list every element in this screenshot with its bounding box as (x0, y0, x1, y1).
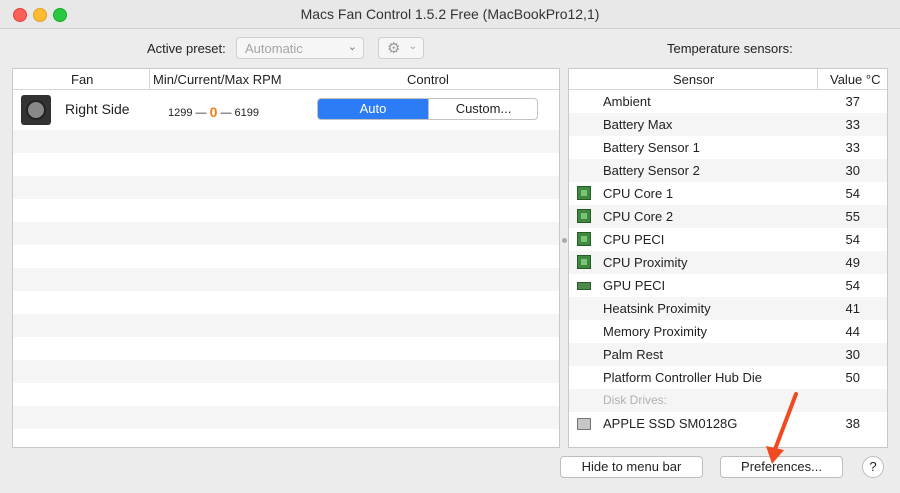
fan-name: Right Side (65, 101, 130, 117)
gear-icon: ⚙ (387, 40, 401, 57)
sensor-value: 30 (845, 163, 860, 178)
column-header-control[interactable]: Control (407, 72, 449, 87)
rpm-max: 6199 (234, 107, 260, 119)
sensor-name: Battery Max (603, 117, 673, 132)
sensor-row[interactable]: Heatsink Proximity 41 (569, 297, 887, 320)
sensor-row[interactable]: Battery Sensor 2 30 (569, 159, 887, 182)
sensor-name: CPU Core 1 (603, 186, 674, 201)
sensor-row[interactable]: Ambient 37 (569, 90, 887, 113)
sensor-table-header: Sensor Value °C (569, 69, 887, 90)
sensor-row[interactable]: Battery Sensor 1 33 (569, 136, 887, 159)
auto-button[interactable]: Auto (318, 99, 428, 119)
sensor-row[interactable]: Palm Rest 30 (569, 343, 887, 366)
column-header-fan[interactable]: Fan (71, 72, 93, 87)
fan-control-segmented: Auto Custom... (317, 98, 538, 120)
disk-group-row: Disk Drives: (569, 389, 887, 412)
sensor-name: CPU Core 2 (603, 209, 674, 224)
custom-button[interactable]: Custom... (428, 99, 537, 119)
sensor-value: 37 (845, 94, 860, 109)
sensor-value: 33 (845, 117, 860, 132)
chip-icon (577, 232, 591, 246)
sensor-value: 30 (845, 347, 860, 362)
column-header-value[interactable]: Value °C (817, 69, 880, 89)
sensor-value: 33 (845, 140, 860, 155)
sensor-row[interactable]: CPU Core 2 55 (569, 205, 887, 228)
sensor-name: Palm Rest (603, 347, 663, 362)
sensor-value: 55 (845, 209, 860, 224)
sensor-name: CPU Proximity (603, 255, 688, 270)
sensor-name: APPLE SSD SM0128G (603, 416, 738, 431)
sensor-value: 54 (845, 278, 860, 293)
sensor-name: Heatsink Proximity (603, 301, 711, 316)
chip-icon (577, 186, 591, 200)
fan-row[interactable]: Right Side 1299 — 0 — 6199 Auto Custom..… (13, 90, 559, 130)
chevron-down-icon: ⌄ (408, 41, 417, 52)
sensor-row[interactable]: Platform Controller Hub Die 50 (569, 366, 887, 389)
sensor-row[interactable]: Battery Max 33 (569, 113, 887, 136)
sensor-value: 54 (845, 232, 860, 247)
sensor-value: 41 (845, 301, 860, 316)
sensor-name: Platform Controller Hub Die (603, 370, 762, 385)
preset-label: Active preset: (147, 41, 226, 56)
fan-icon (21, 95, 51, 125)
column-header-rpm[interactable]: Min/Current/Max RPM (149, 69, 282, 89)
sensor-name: GPU PECI (603, 278, 666, 293)
rpm-min: 1299 (168, 107, 193, 119)
arrow-annotation-icon (766, 392, 798, 464)
sensor-row[interactable]: CPU PECI 54 (569, 228, 887, 251)
preset-select[interactable]: Automatic ⌄ (236, 37, 364, 59)
title-bar: Macs Fan Control 1.5.2 Free (MacBookPro1… (0, 0, 900, 29)
split-view-divider-handle[interactable] (562, 238, 567, 243)
help-button[interactable]: ? (862, 456, 884, 478)
sensor-row[interactable]: CPU Proximity 49 (569, 251, 887, 274)
chevron-down-icon: ⌄ (347, 41, 357, 53)
sensor-value: 44 (845, 324, 860, 339)
sensor-value: 54 (845, 186, 860, 201)
preset-value: Automatic (245, 41, 303, 56)
fan-table: Fan Min/Current/Max RPM Control Right Si… (12, 68, 560, 448)
sensor-name: CPU PECI (603, 232, 665, 247)
sensor-name: Battery Sensor 2 (603, 163, 700, 178)
sensor-row[interactable]: CPU Core 1 54 (569, 182, 887, 205)
disk-icon (577, 418, 591, 430)
rpm-current: 0 (209, 104, 218, 120)
fan-rpm: 1299 — 0 — 6199 (168, 104, 260, 120)
sensor-value: 49 (845, 255, 860, 270)
sensor-name: Battery Sensor 1 (603, 140, 700, 155)
sensor-name: Ambient (603, 94, 651, 109)
gpu-icon (577, 282, 591, 290)
disk-group-label: Disk Drives: (603, 393, 668, 407)
sensor-row[interactable]: APPLE SSD SM0128G 38 (569, 412, 887, 435)
sensor-list: Ambient 37 Battery Max 33 Battery Sensor 1 33… (569, 90, 887, 435)
sensor-value: 50 (845, 370, 860, 385)
settings-menu-button[interactable]: ⚙ ⌄ (378, 37, 424, 59)
sensors-label: Temperature sensors: (667, 41, 793, 56)
sensor-name: Memory Proximity (603, 324, 708, 339)
chip-icon (577, 209, 591, 223)
window-title: Macs Fan Control 1.5.2 Free (MacBookPro1… (300, 6, 600, 22)
column-header-sensor[interactable]: Sensor (673, 72, 714, 87)
sensor-row[interactable]: Memory Proximity 44 (569, 320, 887, 343)
sensor-value: 38 (845, 416, 860, 431)
sensor-table: Sensor Value °C Ambient 37 Battery Max 33 Ba… (568, 68, 888, 448)
sensor-row[interactable]: GPU PECI 54 (569, 274, 887, 297)
hide-to-menu-bar-button[interactable]: Hide to menu bar (560, 456, 703, 478)
fan-table-header: Fan Min/Current/Max RPM Control (13, 69, 559, 90)
chip-icon (577, 255, 591, 269)
